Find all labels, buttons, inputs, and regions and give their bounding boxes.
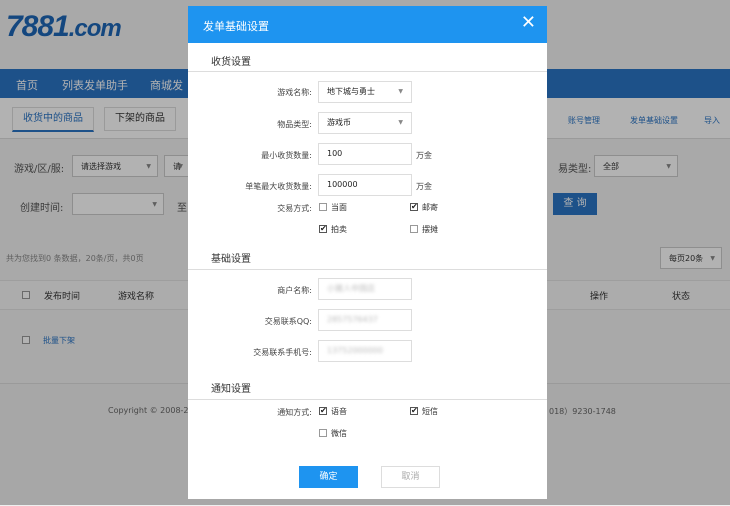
section-divider: [188, 269, 547, 270]
section-divider: [188, 399, 547, 400]
trade-auction-checkbox[interactable]: ✔: [319, 225, 327, 233]
game-name-select[interactable]: 地下城与勇士: [318, 81, 412, 103]
trade-stall-label: 摆摊: [422, 225, 438, 234]
section-divider: [188, 71, 547, 72]
trade-face-checkbox[interactable]: [319, 203, 327, 211]
item-type-select[interactable]: 游戏币: [318, 112, 412, 134]
order-settings-dialog: 发单基础设置 ✕ 收货设置 游戏名称: 地下城与勇士 物品类型: 游戏币 最小收…: [188, 6, 547, 499]
trade-method-label: 交易方式:: [277, 204, 312, 213]
trade-face-label: 当面: [331, 203, 347, 212]
notify-sms-label: 短信: [422, 407, 438, 416]
notify-voice-checkbox[interactable]: ✔: [319, 407, 327, 415]
item-type-label: 物品类型:: [277, 120, 312, 129]
close-icon[interactable]: ✕: [521, 13, 536, 33]
contact-qq-label: 交易联系QQ:: [264, 317, 312, 326]
contact-qq-input[interactable]: 2857576437: [318, 309, 412, 331]
min-qty-input[interactable]: 100: [318, 143, 412, 165]
trade-stall-checkbox[interactable]: [410, 225, 418, 233]
game-name-label: 游戏名称:: [277, 88, 312, 97]
notify-wechat-checkbox[interactable]: [319, 429, 327, 437]
merchant-name-input[interactable]: 小猪人中国店: [318, 278, 412, 300]
dialog-header: 发单基础设置 ✕: [188, 6, 547, 43]
trade-mail-label: 邮寄: [422, 203, 438, 212]
trade-mail-checkbox[interactable]: ✔: [410, 203, 418, 211]
max-qty-unit: 万金: [416, 182, 432, 191]
contact-phone-input[interactable]: 13752000000: [318, 340, 412, 362]
section-receive-title: 收货设置: [211, 57, 251, 68]
confirm-button[interactable]: 确定: [299, 466, 358, 488]
notify-wechat-label: 微信: [331, 429, 347, 438]
section-basic-title: 基础设置: [211, 254, 251, 265]
min-qty-label: 最小收货数量:: [261, 151, 312, 160]
notify-sms-checkbox[interactable]: ✔: [410, 407, 418, 415]
max-qty-label: 单笔最大收货数量:: [245, 182, 312, 191]
notify-voice-label: 语音: [331, 407, 347, 416]
contact-qq-value: 2857576437: [327, 315, 378, 324]
min-qty-unit: 万金: [416, 151, 432, 160]
merchant-name-value: 小猪人中国店: [327, 284, 375, 293]
max-qty-input[interactable]: 100000: [318, 174, 412, 196]
trade-auction-label: 拍卖: [331, 225, 347, 234]
dialog-title: 发单基础设置: [203, 20, 269, 33]
section-notify-title: 通知设置: [211, 384, 251, 395]
contact-phone-value: 13752000000: [327, 346, 383, 355]
contact-phone-label: 交易联系手机号:: [253, 348, 312, 357]
notify-method-label: 通知方式:: [277, 408, 312, 417]
merchant-name-label: 商户名称:: [277, 286, 312, 295]
cancel-button[interactable]: 取消: [381, 466, 440, 488]
